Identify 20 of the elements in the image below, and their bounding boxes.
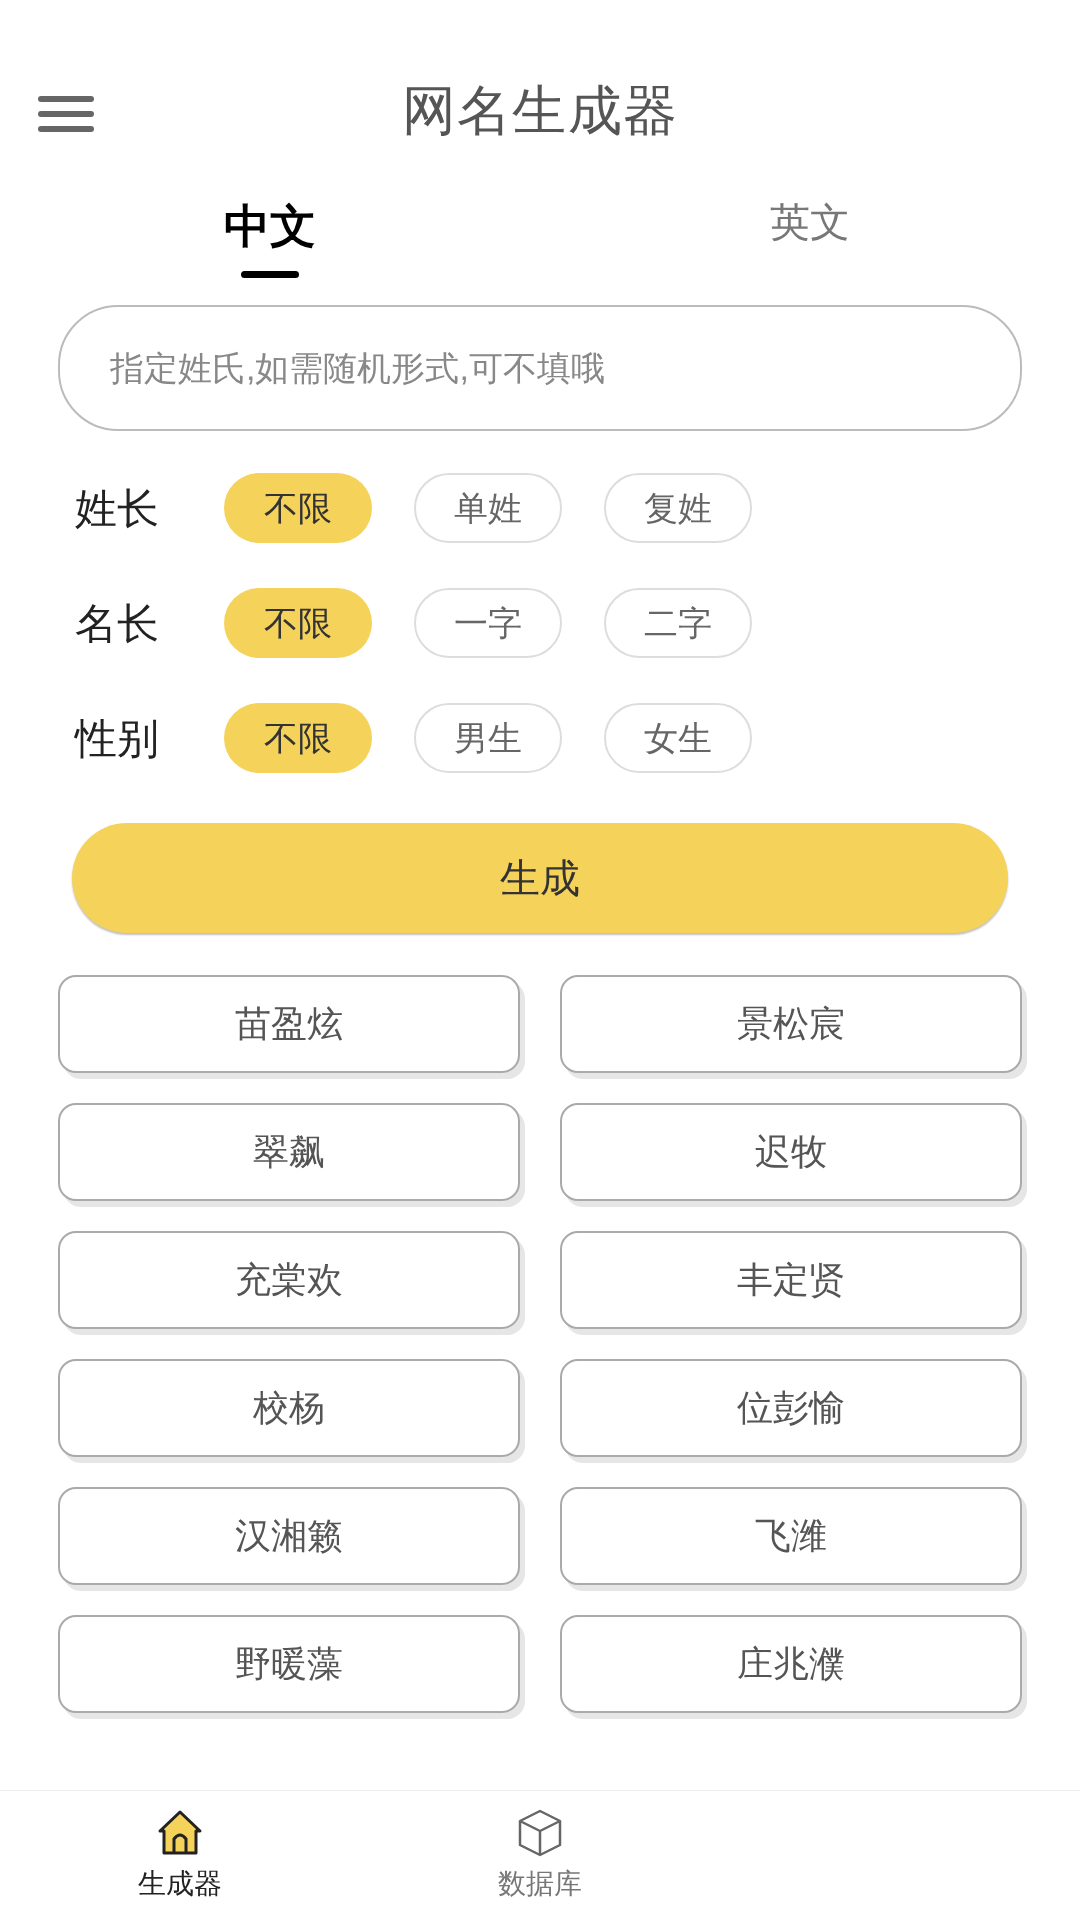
choice-chip[interactable]: 不限 (224, 473, 372, 543)
choice-chip[interactable]: 不限 (224, 703, 372, 773)
choice-chip[interactable]: 二字 (604, 588, 752, 658)
choice-chip[interactable]: 复姓 (604, 473, 752, 543)
choice-chip[interactable]: 男生 (414, 703, 562, 773)
generate-button[interactable]: 生成 (72, 823, 1008, 933)
menu-icon[interactable] (38, 94, 94, 134)
choice-chip[interactable]: 不限 (224, 588, 372, 658)
choice-chip[interactable]: 一字 (414, 588, 562, 658)
language-tab[interactable]: 英文 (770, 180, 850, 300)
nav-tab[interactable]: 数据库 (360, 1791, 720, 1920)
choice-chip[interactable]: 女生 (604, 703, 752, 773)
option-label: 性别 (75, 713, 160, 764)
option-label: 名长 (75, 598, 160, 649)
language-tab[interactable]: 中文 (224, 180, 316, 300)
surname-field[interactable]: 指定姓氏,如需随机形式,可不填哦 (58, 305, 1022, 431)
choice-chip[interactable]: 单姓 (414, 473, 562, 543)
option-label: 姓长 (75, 483, 160, 534)
nav-tab[interactable]: 生成器 (0, 1791, 360, 1920)
app-title: 网名生成器 (401, 78, 679, 142)
